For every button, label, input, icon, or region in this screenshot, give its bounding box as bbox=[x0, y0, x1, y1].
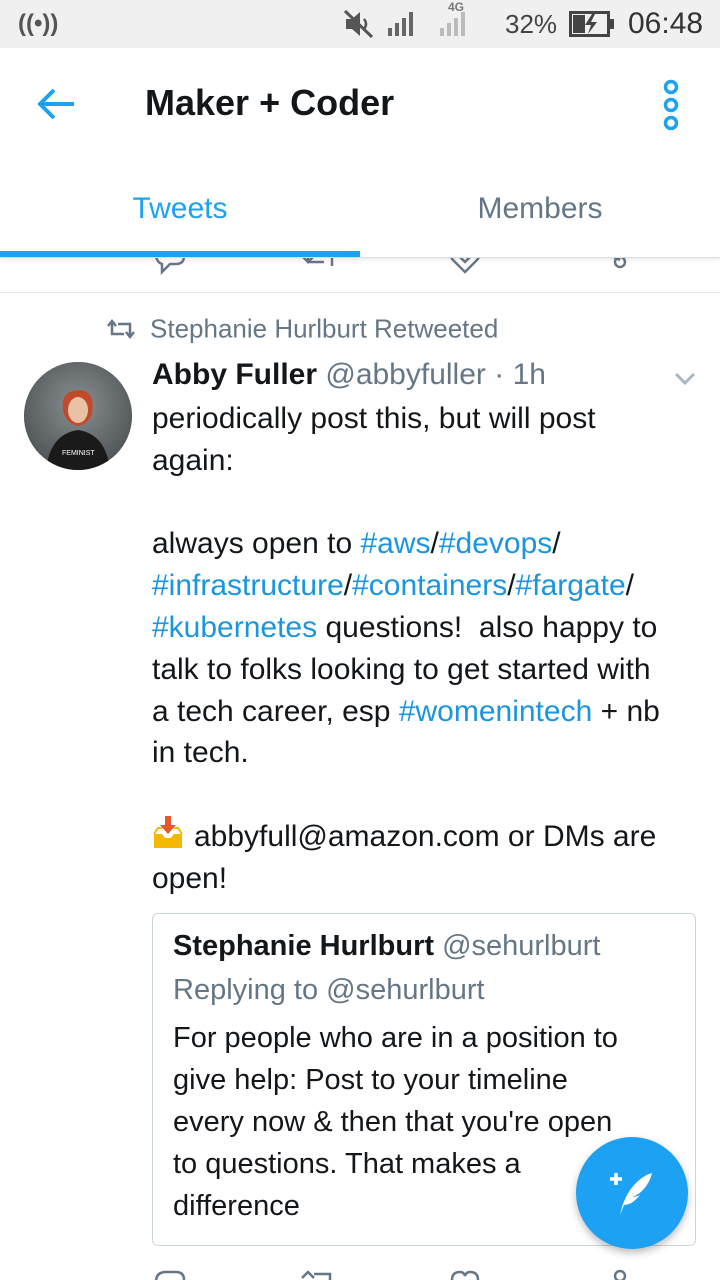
quoted-author-name: Stephanie Hurlburt bbox=[173, 930, 435, 962]
tweet-divider bbox=[0, 292, 720, 293]
hashtag-devops[interactable]: #devops bbox=[439, 527, 552, 560]
previous-tweet-actions bbox=[0, 252, 720, 292]
quoted-tweet-header: Stephanie Hurlburt @sehurlburt bbox=[173, 930, 600, 963]
retweet-icon[interactable] bbox=[298, 1268, 338, 1280]
tweet-line: #infrastructure/#containers/#fargate/ bbox=[152, 565, 712, 607]
signal-icon bbox=[388, 12, 413, 36]
tweet-line: talk to folks looking to get started wit… bbox=[152, 652, 651, 686]
network-type: 4G bbox=[448, 0, 465, 14]
chevron-down-icon[interactable] bbox=[670, 366, 700, 390]
hashtag-aws[interactable]: #aws bbox=[360, 527, 430, 560]
app-bar: Maker + Coder bbox=[0, 48, 720, 160]
tweet-line: again: bbox=[152, 443, 234, 477]
tab-members[interactable]: Members bbox=[360, 160, 720, 258]
mute-icon bbox=[343, 9, 374, 39]
status-bar: ((•)) 4G 32% 06:48 bbox=[0, 0, 720, 48]
author-handle[interactable]: @abbyfuller bbox=[325, 358, 486, 391]
quoted-line: every now & then that you're open bbox=[173, 1106, 613, 1138]
tab-tweets[interactable]: Tweets bbox=[0, 160, 360, 258]
tweet-line: always open to #aws/#devops/ bbox=[152, 523, 712, 565]
slash: / bbox=[552, 527, 561, 561]
battery-percent: 32% bbox=[505, 9, 558, 39]
quoted-line: give help: Post to your timeline bbox=[173, 1064, 568, 1096]
tweet-text-segment: a tech career, esp bbox=[152, 694, 399, 728]
replying-to: Replying to @sehurlburt bbox=[173, 974, 485, 1006]
tweet-line: in tech. bbox=[152, 736, 249, 770]
tweet-line: periodically post this, but will post bbox=[152, 402, 596, 435]
inbox-tray-icon bbox=[153, 815, 183, 848]
tweet-line: abbyfull@amazon.com or DMs are bbox=[152, 815, 712, 858]
hashtag-womenintech[interactable]: #womenintech bbox=[399, 695, 592, 728]
more-vertical-icon[interactable] bbox=[656, 78, 686, 132]
avatar[interactable]: FEMINIST bbox=[24, 362, 132, 470]
tweet-text-segment: + nb bbox=[592, 694, 660, 728]
like-icon[interactable] bbox=[448, 1268, 482, 1280]
hotspot-icon: ((•)) bbox=[18, 10, 59, 37]
clock: 06:48 bbox=[628, 7, 704, 40]
hashtag-containers[interactable]: #containers bbox=[352, 569, 507, 602]
hashtag-kubernetes[interactable]: #kubernetes bbox=[152, 611, 317, 644]
tweet-separator: · bbox=[494, 358, 505, 391]
reply-icon[interactable] bbox=[152, 1268, 188, 1280]
hashtag-fargate[interactable]: #fargate bbox=[516, 569, 626, 602]
slash: / bbox=[625, 569, 634, 603]
back-arrow-icon[interactable] bbox=[32, 82, 80, 126]
compose-tweet-icon bbox=[610, 1173, 652, 1215]
author-name[interactable]: Abby Fuller bbox=[152, 358, 317, 391]
retweet-context: Stephanie Hurlburt Retweeted bbox=[106, 312, 498, 346]
tweet-text-segment: always open to bbox=[152, 527, 361, 561]
slash: / bbox=[430, 527, 439, 561]
retweet-context-label: Stephanie Hurlburt Retweeted bbox=[150, 313, 499, 344]
tweet-text-segment: abbyfull@amazon.com or DMs are bbox=[194, 819, 657, 853]
battery-charging-icon bbox=[569, 11, 614, 37]
quoted-author-handle: @sehurlburt bbox=[442, 930, 601, 962]
tweet-time: 1h bbox=[512, 358, 546, 391]
tweet-line: #kubernetes questions! also happy to bbox=[152, 607, 712, 649]
slash: / bbox=[507, 569, 516, 603]
tweet-line: a tech career, esp #womenintech + nb bbox=[152, 691, 712, 733]
tweet-header: Abby Fuller @abbyfuller · 1h bbox=[152, 358, 546, 392]
tweet-text: periodically post this, but will post ag… bbox=[152, 398, 712, 900]
avatar-shirt-text: FEMINIST bbox=[62, 450, 95, 457]
page-title: Maker + Coder bbox=[145, 82, 395, 123]
active-tab-indicator bbox=[0, 251, 360, 257]
slash: / bbox=[343, 569, 353, 603]
compose-tweet-button[interactable] bbox=[576, 1137, 688, 1249]
retweet-icon bbox=[107, 319, 135, 340]
hashtag-infrastructure[interactable]: #infrastructure bbox=[152, 569, 344, 602]
tweet-line: open! bbox=[152, 861, 228, 895]
share-icon[interactable] bbox=[604, 1268, 634, 1280]
tweet-actions bbox=[0, 1262, 720, 1280]
tab-bar: Tweets Members bbox=[0, 160, 720, 258]
tweet-text-segment: questions! also happy to bbox=[317, 610, 658, 644]
quoted-line: For people who are in a position to bbox=[173, 1022, 618, 1054]
